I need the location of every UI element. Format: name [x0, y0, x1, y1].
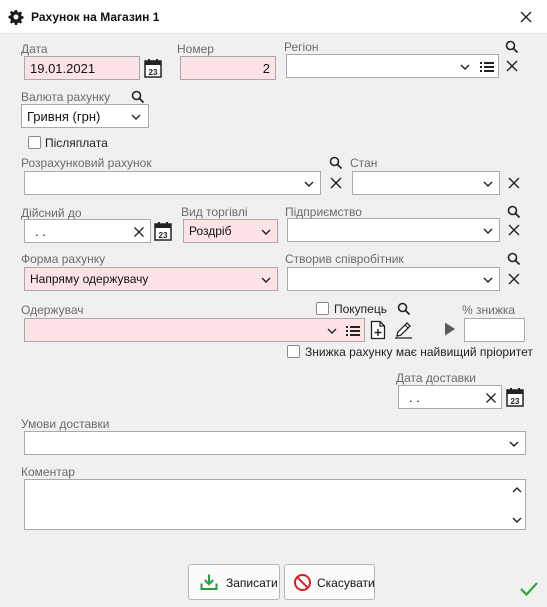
invoice-form-label: Форма рахунку	[21, 252, 106, 266]
chevron-down-icon	[483, 181, 493, 187]
title-bar: Рахунок на Магазин 1	[0, 0, 547, 34]
date-label: Дата	[21, 42, 48, 56]
chevron-down-icon	[460, 64, 470, 70]
edit-pencil-icon[interactable]	[394, 320, 413, 339]
checkmark-icon	[520, 582, 538, 597]
region-select[interactable]	[286, 54, 499, 78]
search-icon[interactable]	[397, 302, 411, 316]
cancel-icon	[294, 574, 311, 591]
cancel-button[interactable]: Скасувати	[284, 564, 375, 600]
chevron-down-icon	[131, 114, 141, 120]
search-icon[interactable]	[507, 205, 521, 219]
discount-priority-label: Знижка рахунку має найвищий пріоритет	[305, 345, 533, 359]
created-by-select[interactable]	[287, 267, 500, 291]
new-document-icon[interactable]	[370, 320, 386, 340]
chevron-down-icon	[483, 277, 493, 283]
calendar-icon[interactable]: 23	[506, 387, 524, 407]
clear-icon[interactable]	[507, 223, 521, 237]
close-icon[interactable]	[517, 8, 535, 26]
recipient-label: Одержувач	[21, 303, 84, 317]
discount-label: % знижка	[462, 303, 516, 317]
state-select[interactable]	[352, 171, 500, 195]
created-by-label: Створив співробітник	[285, 252, 404, 266]
trade-type-select[interactable]: Роздріб	[183, 219, 278, 243]
settlement-account-select[interactable]	[24, 171, 321, 195]
clear-icon[interactable]	[329, 176, 343, 190]
postpay-label: Післяплата	[45, 136, 108, 150]
chevron-down-icon	[261, 277, 271, 283]
list-icon[interactable]	[480, 61, 494, 73]
buyer-checkbox[interactable]	[316, 302, 329, 315]
settlement-account-label: Розрахунковий рахунок	[21, 156, 152, 170]
save-button[interactable]: Записати	[188, 564, 280, 600]
gear-icon	[8, 10, 24, 25]
search-icon[interactable]	[329, 156, 343, 170]
chevron-down-icon	[261, 229, 271, 235]
scroll-up-icon[interactable]	[512, 486, 522, 494]
search-icon[interactable]	[505, 40, 519, 54]
clear-icon[interactable]	[507, 176, 521, 190]
calendar-icon[interactable]: 23	[154, 221, 172, 241]
comment-label: Коментар	[21, 465, 75, 479]
scroll-down-icon[interactable]	[512, 516, 522, 524]
enterprise-select[interactable]	[287, 218, 500, 242]
comment-textarea[interactable]	[24, 479, 526, 530]
number-field[interactable]: 2	[180, 56, 276, 80]
svg-text:23: 23	[511, 397, 520, 406]
state-label: Стан	[350, 156, 378, 170]
window-title: Рахунок на Магазин 1	[31, 10, 160, 24]
play-arrow-icon[interactable]	[444, 322, 456, 336]
valid-until-label: Дійсний до	[21, 206, 82, 220]
enterprise-label: Підприємство	[285, 205, 362, 219]
region-label: Регіон	[284, 40, 319, 54]
chevron-down-icon	[304, 181, 314, 187]
delivery-terms-select[interactable]	[24, 431, 526, 455]
search-icon[interactable]	[131, 90, 145, 104]
postpay-checkbox[interactable]	[28, 136, 41, 149]
buyer-label: Покупець	[334, 302, 387, 316]
chevron-down-icon	[509, 441, 519, 447]
invoice-form-select[interactable]: Напряму одержувачу	[24, 267, 278, 291]
search-icon[interactable]	[507, 252, 521, 266]
currency-select[interactable]: Гривня (грн)	[21, 104, 149, 128]
recipient-select[interactable]	[24, 318, 365, 342]
delivery-terms-label: Умови доставки	[21, 417, 110, 431]
discount-field[interactable]	[464, 318, 525, 342]
valid-until-field[interactable]: . .	[24, 219, 151, 243]
list-icon[interactable]	[346, 325, 360, 337]
trade-type-label: Вид торгівлі	[181, 205, 248, 219]
delivery-date-field[interactable]: . .	[398, 385, 502, 409]
discount-priority-checkbox[interactable]	[287, 345, 300, 358]
chevron-down-icon	[327, 328, 337, 334]
date-field[interactable]: 19.01.2021	[24, 56, 140, 80]
clear-icon[interactable]	[133, 226, 145, 238]
clear-icon[interactable]	[505, 59, 519, 73]
download-save-icon	[200, 574, 218, 590]
svg-text:23: 23	[159, 231, 168, 240]
delivery-date-label: Дата доставки	[396, 371, 476, 385]
chevron-down-icon	[483, 228, 493, 234]
svg-text:23: 23	[149, 68, 158, 77]
clear-icon[interactable]	[507, 272, 521, 286]
clear-icon[interactable]	[485, 392, 497, 404]
number-label: Номер	[177, 42, 214, 56]
currency-label: Валюта рахунку	[21, 90, 111, 104]
calendar-icon[interactable]: 23	[144, 58, 162, 78]
